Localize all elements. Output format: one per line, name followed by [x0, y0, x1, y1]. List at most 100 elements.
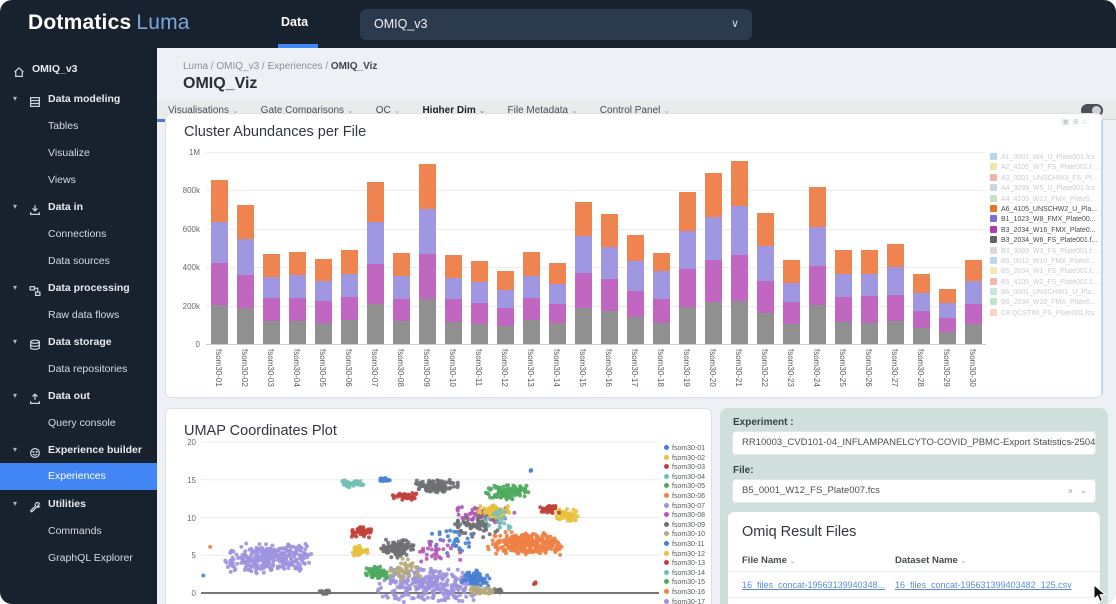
- bar-segment-fsom30-22[interactable]: [757, 246, 774, 281]
- bar-segment-fsom30-12[interactable]: [497, 308, 514, 326]
- bar-segment-fsom30-12[interactable]: [497, 326, 514, 344]
- bar-segment-fsom30-29[interactable]: [939, 332, 956, 344]
- sidebar-item-visualize[interactable]: Visualize: [0, 141, 157, 165]
- bar-segment-fsom30-15[interactable]: [575, 308, 592, 344]
- bar-segment-fsom30-25[interactable]: [835, 250, 852, 274]
- legend-item-fsom30-16[interactable]: fsom30-16: [664, 581, 705, 591]
- bar-segment-fsom30-28[interactable]: [913, 274, 930, 292]
- legend-item-fsom30-06[interactable]: fsom30-06: [664, 485, 705, 495]
- bar-segment-fsom30-12[interactable]: [497, 290, 514, 308]
- bar-segment-fsom30-13[interactable]: [523, 320, 540, 344]
- clear-icon[interactable]: ×: [1068, 480, 1073, 502]
- bar-segment-fsom30-13[interactable]: [523, 252, 540, 276]
- bar-segment-fsom30-02[interactable]: [237, 308, 254, 344]
- legend-item-b5-2034-w1-fs-plate001-f[interactable]: B5_2034_W1_FS_Plate001.f...: [990, 260, 1098, 270]
- sidebar-item-raw-data-flows[interactable]: Raw data flows: [0, 303, 157, 327]
- bar-segment-fsom30-22[interactable]: [757, 213, 774, 246]
- sidebar-section-utilities[interactable]: ▾Utilities: [0, 492, 157, 516]
- bar-segment-fsom30-07[interactable]: [367, 264, 384, 304]
- bar-segment-fsom30-22[interactable]: [757, 313, 774, 344]
- bar-segment-fsom30-27[interactable]: [887, 295, 904, 320]
- sidebar-item-data-sources[interactable]: Data sources: [0, 249, 157, 273]
- dataset-name-link[interactable]: 16_files_concat-195631399403482_126.csv: [895, 598, 1072, 604]
- bar-segment-fsom30-18[interactable]: [653, 271, 670, 298]
- home-reset-icon[interactable]: ⌂: [1082, 117, 1090, 126]
- sidebar-section-data-processing[interactable]: ▾Data processing: [0, 276, 157, 300]
- bar-segment-fsom30-21[interactable]: [731, 255, 748, 301]
- bar-segment-fsom30-21[interactable]: [731, 301, 748, 344]
- sidebar-item-tables[interactable]: Tables: [0, 114, 157, 138]
- bar-segment-fsom30-14[interactable]: [549, 284, 566, 304]
- bar-segment-fsom30-30[interactable]: [965, 304, 982, 324]
- bar-segment-fsom30-11[interactable]: [471, 282, 488, 303]
- bar-segment-fsom30-03[interactable]: [263, 254, 280, 277]
- bar-segment-fsom30-19[interactable]: [679, 269, 696, 308]
- bar-segment-fsom30-29[interactable]: [939, 289, 956, 303]
- bar-segment-fsom30-15[interactable]: [575, 273, 592, 308]
- bar-segment-fsom30-19[interactable]: [679, 192, 696, 231]
- column-header-dataset-name[interactable]: Dataset Name ⌄: [895, 550, 966, 573]
- legend-item-fsom30-08[interactable]: fsom30-08: [664, 504, 705, 514]
- bar-segment-fsom30-23[interactable]: [783, 302, 800, 324]
- sidebar-item-views[interactable]: Views: [0, 168, 157, 192]
- bar-segment-fsom30-09[interactable]: [419, 164, 436, 209]
- experiment-select[interactable]: RR10003_CVD101-04_INFLAMPANELCYTO-COVID_…: [732, 431, 1096, 455]
- chevron-down-icon[interactable]: ⌄: [1080, 432, 1087, 454]
- bar-segment-fsom30-28[interactable]: [913, 311, 930, 328]
- bar-segment-fsom30-10[interactable]: [445, 299, 462, 322]
- dataset-name-link[interactable]: 16_files_concat-195631399403482_125.csv: [895, 572, 1072, 598]
- bar-segment-fsom30-15[interactable]: [575, 202, 592, 236]
- bar-segment-fsom30-08[interactable]: [393, 253, 410, 276]
- file-name-link[interactable]: 16_files_concat-19563139940348...: [742, 572, 885, 598]
- legend-item-fsom30-11[interactable]: fsom30-11: [664, 533, 705, 543]
- legend-item-fsom30-12[interactable]: fsom30-12: [664, 543, 705, 553]
- bar-segment-fsom30-13[interactable]: [523, 276, 540, 298]
- bar-segment-fsom30-17[interactable]: [627, 291, 644, 318]
- sidebar-item-commands[interactable]: Commands: [0, 519, 157, 543]
- bar-segment-fsom30-25[interactable]: [835, 322, 852, 344]
- bar-segment-fsom30-17[interactable]: [627, 317, 644, 344]
- bar-segment-fsom30-01[interactable]: [211, 180, 228, 222]
- bar-segment-fsom30-17[interactable]: [627, 235, 644, 262]
- legend-item-fsom30-17[interactable]: fsom30-17: [664, 591, 705, 601]
- bar-segment-fsom30-02[interactable]: [237, 239, 254, 275]
- bar-segment-fsom30-18[interactable]: [653, 299, 670, 323]
- bar-segment-fsom30-20[interactable]: [705, 302, 722, 344]
- legend-item-c8-qcstim-fs-plate001-fcs[interactable]: C8 QCSTIM_FS_Plate001.fcs: [990, 302, 1098, 312]
- sidebar-item-data-repositories[interactable]: Data repositories: [0, 357, 157, 381]
- breadcrumb-item-luma[interactable]: Luma: [183, 61, 208, 72]
- bar-segment-fsom30-05[interactable]: [315, 281, 332, 302]
- bar-segment-fsom30-30[interactable]: [965, 324, 982, 344]
- scroll-indicator[interactable]: [1101, 120, 1103, 395]
- legend-item-fsom30-02[interactable]: fsom30-02: [664, 447, 705, 457]
- breadcrumb-item-omiq-v3[interactable]: OMIQ_v3: [216, 61, 259, 72]
- camera-icon[interactable]: ▣: [1062, 117, 1073, 126]
- legend-item-fsom30-10[interactable]: fsom30-10: [664, 523, 705, 533]
- clear-icon[interactable]: ×: [1068, 432, 1073, 454]
- bar-segment-fsom30-21[interactable]: [731, 161, 748, 206]
- legend-item-fsom30-14[interactable]: fsom30-14: [664, 562, 705, 572]
- sidebar-section-data-storage[interactable]: ▾Data storage: [0, 330, 157, 354]
- sidebar-item-connections[interactable]: Connections: [0, 222, 157, 246]
- plotly-modebar[interactable]: ▣⊕⌂: [1062, 117, 1090, 126]
- bar-segment-fsom30-11[interactable]: [471, 261, 488, 282]
- bar-segment-fsom30-20[interactable]: [705, 173, 722, 217]
- bar-segment-fsom30-19[interactable]: [679, 307, 696, 344]
- bar-segment-fsom30-26[interactable]: [861, 274, 878, 296]
- bar-segment-fsom30-17[interactable]: [627, 261, 644, 290]
- bar-segment-fsom30-20[interactable]: [705, 217, 722, 259]
- bar-segment-fsom30-27[interactable]: [887, 244, 904, 267]
- bar-segment-fsom30-01[interactable]: [211, 222, 228, 263]
- bar-segment-fsom30-11[interactable]: [471, 324, 488, 344]
- bar-segment-fsom30-27[interactable]: [887, 321, 904, 344]
- bar-segment-fsom30-01[interactable]: [211, 263, 228, 304]
- legend-item-fsom30-07[interactable]: fsom30-07: [664, 495, 705, 505]
- bar-segment-fsom30-20[interactable]: [705, 260, 722, 303]
- bar-segment-fsom30-16[interactable]: [601, 214, 618, 247]
- bar-segment-fsom30-05[interactable]: [315, 301, 332, 323]
- caret-down-icon[interactable]: ▾: [13, 492, 17, 516]
- bar-segment-fsom30-10[interactable]: [445, 278, 462, 300]
- legend-item-b3-3099-w3-fs-plate001-f[interactable]: B3_3099_W3_FS_Plate001.f...: [990, 240, 1098, 250]
- bar-segment-fsom30-02[interactable]: [237, 275, 254, 309]
- bar-segment-fsom30-03[interactable]: [263, 298, 280, 321]
